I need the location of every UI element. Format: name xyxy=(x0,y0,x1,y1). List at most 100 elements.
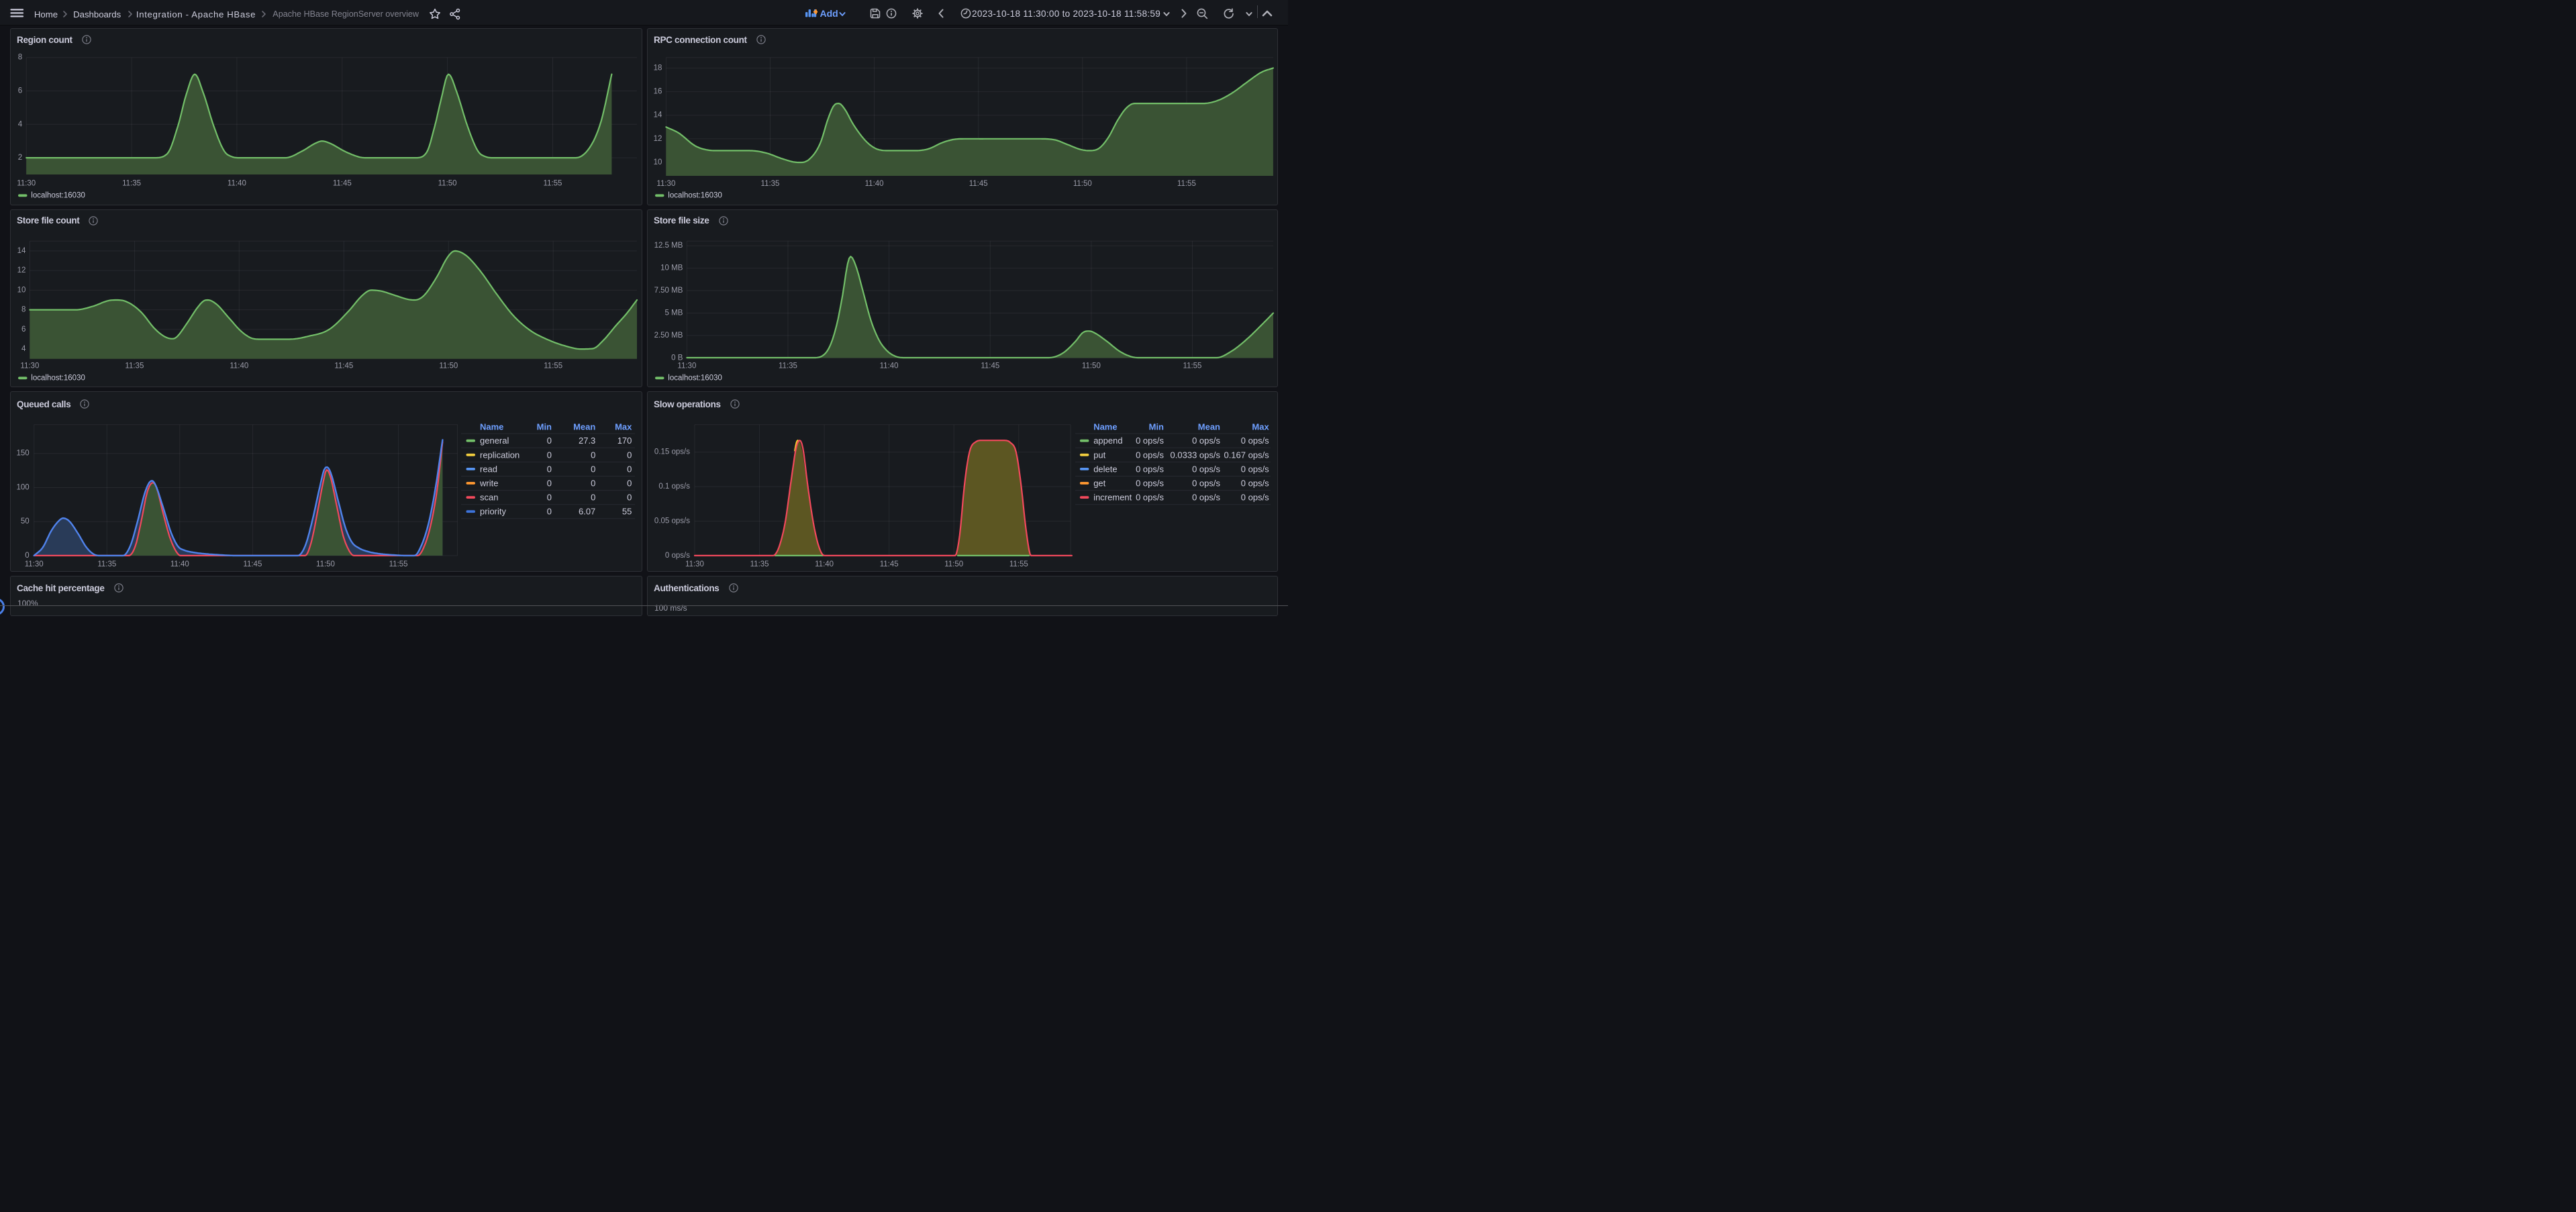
svg-text:11:40: 11:40 xyxy=(230,362,248,370)
svg-text:0: 0 xyxy=(547,436,552,446)
svg-text:11:30: 11:30 xyxy=(17,180,36,188)
svg-text:0: 0 xyxy=(547,493,552,503)
svg-text:11:45: 11:45 xyxy=(880,560,899,568)
svg-text:11:45: 11:45 xyxy=(334,362,353,370)
svg-text:4: 4 xyxy=(18,120,23,128)
svg-text:localhost:16030: localhost:16030 xyxy=(31,191,85,199)
svg-text:0 ops/s: 0 ops/s xyxy=(1241,464,1269,474)
svg-text:localhost:16030: localhost:16030 xyxy=(31,374,85,382)
svg-text:7.50 MB: 7.50 MB xyxy=(654,287,683,295)
svg-text:0: 0 xyxy=(627,450,632,460)
svg-text:0 ops/s: 0 ops/s xyxy=(1241,436,1269,446)
svg-text:0 ops/s: 0 ops/s xyxy=(1136,436,1164,446)
svg-text:0: 0 xyxy=(547,464,552,474)
svg-text:11:55: 11:55 xyxy=(1009,560,1028,568)
svg-text:14: 14 xyxy=(654,111,662,119)
svg-text:0: 0 xyxy=(627,478,632,489)
svg-text:0 ops/s: 0 ops/s xyxy=(1192,436,1220,446)
svg-text:0: 0 xyxy=(547,507,552,517)
svg-text:Max: Max xyxy=(1252,422,1269,432)
svg-text:18: 18 xyxy=(654,64,662,72)
svg-text:0 ops/s: 0 ops/s xyxy=(1192,493,1220,503)
svg-text:11:55: 11:55 xyxy=(1183,362,1202,370)
svg-text:6: 6 xyxy=(18,87,22,95)
svg-text:11:50: 11:50 xyxy=(1073,180,1092,188)
svg-text:0.05 ops/s: 0.05 ops/s xyxy=(654,517,690,525)
svg-text:0 ops/s: 0 ops/s xyxy=(1136,493,1164,503)
svg-text:put: put xyxy=(1093,450,1105,460)
svg-text:11:30: 11:30 xyxy=(677,362,696,370)
svg-text:14: 14 xyxy=(17,246,26,254)
svg-text:11:45: 11:45 xyxy=(243,560,262,568)
svg-text:11:30: 11:30 xyxy=(20,362,39,370)
svg-text:8: 8 xyxy=(21,305,26,313)
svg-text:0: 0 xyxy=(627,464,632,474)
svg-text:11:50: 11:50 xyxy=(944,560,963,568)
svg-text:170: 170 xyxy=(617,436,632,446)
svg-text:localhost:16030: localhost:16030 xyxy=(668,191,722,199)
svg-text:11:35: 11:35 xyxy=(779,362,797,370)
svg-text:priority: priority xyxy=(480,507,507,517)
svg-text:0: 0 xyxy=(591,464,595,474)
svg-text:0 ops/s: 0 ops/s xyxy=(1192,464,1220,474)
svg-text:11:40: 11:40 xyxy=(865,180,884,188)
svg-text:localhost:16030: localhost:16030 xyxy=(668,374,722,382)
svg-text:12: 12 xyxy=(654,135,662,143)
svg-text:Min: Min xyxy=(537,422,552,432)
svg-text:11:55: 11:55 xyxy=(1177,180,1196,188)
svg-text:0: 0 xyxy=(591,450,595,460)
svg-text:50: 50 xyxy=(21,517,30,525)
svg-text:150: 150 xyxy=(17,450,30,458)
svg-text:get: get xyxy=(1093,478,1105,489)
svg-text:Mean: Mean xyxy=(1198,422,1220,432)
svg-text:0: 0 xyxy=(547,450,552,460)
svg-text:11:50: 11:50 xyxy=(1082,362,1101,370)
svg-text:11:35: 11:35 xyxy=(97,560,116,568)
svg-text:0 ops/s: 0 ops/s xyxy=(1241,478,1269,489)
svg-text:55: 55 xyxy=(622,507,632,517)
svg-text:0 B: 0 B xyxy=(671,354,683,362)
svg-text:0.167 ops/s: 0.167 ops/s xyxy=(1224,450,1269,460)
svg-text:10 MB: 10 MB xyxy=(660,264,683,272)
svg-text:0.1 ops/s: 0.1 ops/s xyxy=(658,483,690,491)
svg-text:Max: Max xyxy=(615,422,632,432)
svg-text:11:30: 11:30 xyxy=(656,180,675,188)
svg-text:0.15 ops/s: 0.15 ops/s xyxy=(654,448,690,456)
svg-text:2: 2 xyxy=(18,154,22,162)
svg-text:27.3: 27.3 xyxy=(579,436,595,446)
svg-text:2.50 MB: 2.50 MB xyxy=(654,331,683,339)
svg-text:11:30: 11:30 xyxy=(25,560,44,568)
svg-text:6.07: 6.07 xyxy=(579,507,595,517)
svg-text:8: 8 xyxy=(18,54,22,62)
svg-text:11:45: 11:45 xyxy=(981,362,999,370)
svg-text:0: 0 xyxy=(627,493,632,503)
svg-text:11:45: 11:45 xyxy=(333,180,352,188)
svg-text:11:50: 11:50 xyxy=(439,362,458,370)
svg-text:4: 4 xyxy=(21,345,26,353)
svg-text:Name: Name xyxy=(480,422,503,432)
svg-text:11:40: 11:40 xyxy=(880,362,899,370)
svg-text:0: 0 xyxy=(591,493,595,503)
svg-text:5 MB: 5 MB xyxy=(665,309,683,317)
svg-text:0 ops/s: 0 ops/s xyxy=(1241,493,1269,503)
svg-text:increment: increment xyxy=(1093,493,1132,503)
svg-text:100: 100 xyxy=(17,484,30,492)
svg-text:0: 0 xyxy=(547,478,552,489)
svg-text:delete: delete xyxy=(1093,464,1117,474)
svg-text:16: 16 xyxy=(654,88,662,96)
svg-text:read: read xyxy=(480,464,497,474)
svg-text:0 ops/s: 0 ops/s xyxy=(1192,478,1220,489)
svg-text:Name: Name xyxy=(1093,422,1117,432)
svg-text:0 ops/s: 0 ops/s xyxy=(1136,478,1164,489)
svg-text:Mean: Mean xyxy=(573,422,595,432)
svg-text:11:50: 11:50 xyxy=(316,560,335,568)
svg-text:scan: scan xyxy=(480,493,498,503)
svg-text:write: write xyxy=(479,478,498,489)
svg-text:0: 0 xyxy=(25,552,29,560)
svg-text:replication: replication xyxy=(480,450,519,460)
svg-text:0 ops/s: 0 ops/s xyxy=(1136,450,1164,460)
svg-text:0: 0 xyxy=(591,478,595,489)
svg-text:10: 10 xyxy=(17,286,26,294)
svg-text:11:35: 11:35 xyxy=(761,180,780,188)
svg-text:general: general xyxy=(480,436,509,446)
